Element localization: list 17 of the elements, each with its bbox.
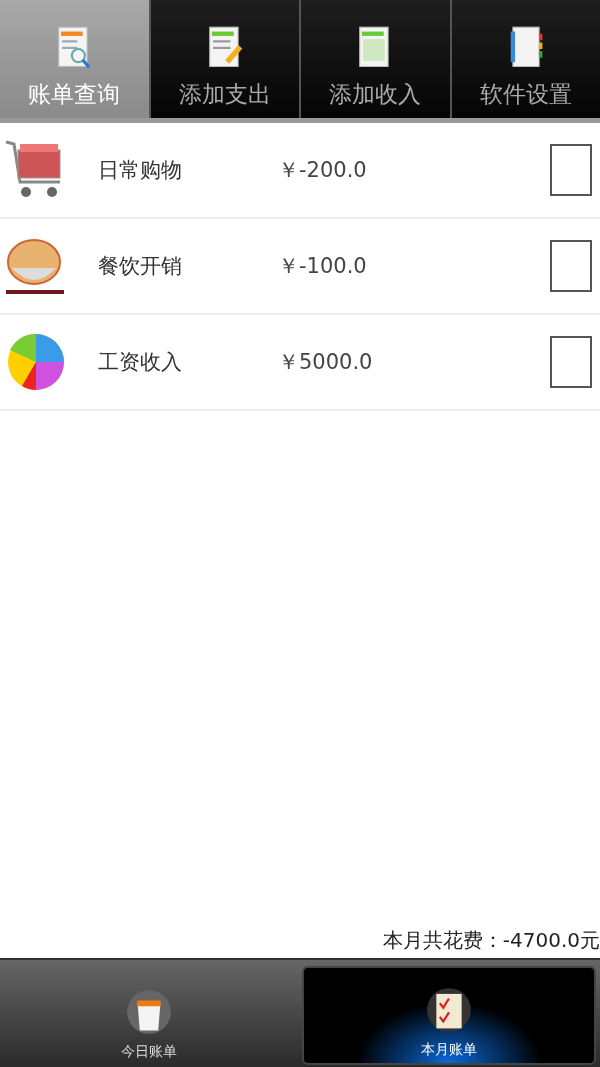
checkbox[interactable] <box>550 144 592 196</box>
top-tab[interactable]: 添加收入 <box>299 0 450 118</box>
category-name: 餐饮开销 <box>98 253 183 280</box>
amount: ￥-100.0 <box>278 253 367 280</box>
amount: ￥5000.0 <box>278 349 373 376</box>
category-name: 日常购物 <box>98 157 183 184</box>
checkbox[interactable] <box>550 336 592 388</box>
bottom-tab[interactable]: 本月账单 <box>302 966 596 1065</box>
amount: ￥-200.0 <box>278 157 367 184</box>
checkbox[interactable] <box>550 240 592 292</box>
monthly-total: 本月共花费：-4700.0元 <box>381 927 600 954</box>
bottom-tab[interactable]: 今日账单 <box>4 966 294 1065</box>
top-tab[interactable]: 软件设置 <box>449 0 600 118</box>
shopping-bag-icon <box>126 989 172 1035</box>
category-name: 工资收入 <box>98 349 183 376</box>
checklist-icon <box>426 987 472 1033</box>
top-tab[interactable]: 添加支出 <box>148 0 299 118</box>
